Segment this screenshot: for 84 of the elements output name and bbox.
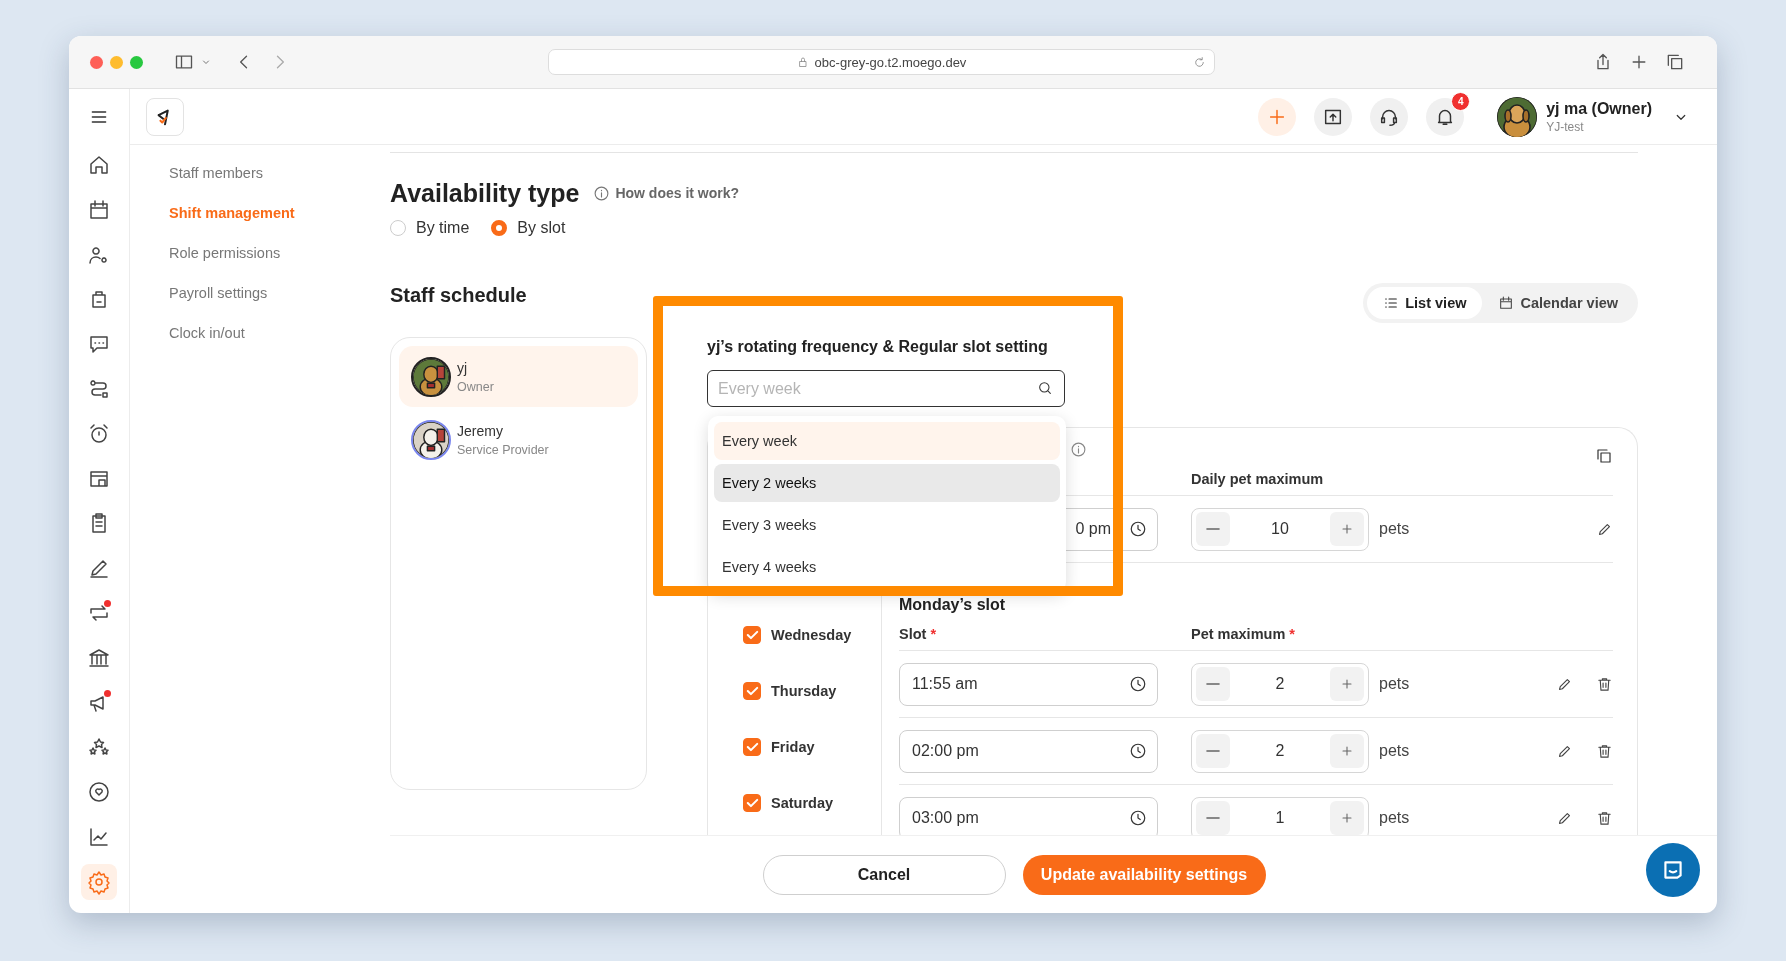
help-link[interactable]: How does it work? <box>615 185 740 201</box>
stepper[interactable]: 1 <box>1191 796 1369 835</box>
check-icon <box>746 799 758 807</box>
minus-icon <box>1207 683 1219 685</box>
lock-icon <box>796 56 809 68</box>
stepper-value: 2 <box>1274 742 1286 760</box>
decrement-button[interactable] <box>1196 801 1230 835</box>
info-icon <box>593 184 611 202</box>
unit-label: pets <box>1379 675 1410 693</box>
unit-label: pets <box>1379 520 1410 538</box>
dropdown-option[interactable]: Every 2 weeks <box>714 464 1060 502</box>
stepper[interactable]: 2 <box>1191 729 1369 773</box>
search-icon <box>1037 380 1053 396</box>
checkbox[interactable] <box>743 682 761 700</box>
stepper[interactable]: 2 <box>1191 662 1369 706</box>
check-icon <box>746 631 758 639</box>
section-title: Staff schedule <box>390 283 527 307</box>
day-label: Wednesday <box>771 627 852 643</box>
app-logo[interactable] <box>146 97 184 136</box>
checkbox[interactable] <box>743 738 761 756</box>
staff-item[interactable]: yj Owner <box>399 346 638 407</box>
unit-label: pets <box>1379 742 1410 760</box>
nav-link[interactable]: Role permissions <box>169 233 281 273</box>
delete-icon[interactable] <box>1596 742 1613 760</box>
checkbox[interactable] <box>743 794 761 812</box>
column-header: Pet maximum * <box>1191 626 1295 642</box>
upload-button[interactable] <box>1314 97 1353 136</box>
notification-button[interactable] <box>1426 97 1465 136</box>
unit-label: pets <box>1379 809 1410 827</box>
stepper-value: 10 <box>1270 520 1290 538</box>
time-field[interactable]: 02:00 pm <box>899 729 1158 773</box>
column-header: Daily pet maximum <box>1191 471 1324 487</box>
clock-icon <box>1129 809 1147 827</box>
stepper-value: 1 <box>1274 809 1286 827</box>
dropdown-option[interactable]: Every week <box>714 422 1060 460</box>
check-icon <box>746 743 758 751</box>
reload-icon[interactable] <box>1193 55 1206 69</box>
decrement-button[interactable] <box>1196 667 1230 701</box>
dropdown-option[interactable]: Every 4 weeks <box>714 548 1060 586</box>
nav-link[interactable]: Payroll settings <box>169 273 268 313</box>
business-name: YJ-test <box>1546 119 1585 134</box>
clock-icon <box>1129 520 1147 538</box>
radio-button[interactable] <box>491 220 508 236</box>
frequency-field[interactable]: Every week <box>707 370 1065 407</box>
delete-icon[interactable] <box>1596 675 1613 693</box>
address-bar[interactable]: obc-grey-go.t2.moego.dev <box>548 49 1215 75</box>
delete-icon[interactable] <box>1596 809 1613 827</box>
settings-icon[interactable] <box>81 863 117 900</box>
minus-icon <box>1207 750 1219 752</box>
time-field[interactable]: 03:00 pm <box>899 796 1158 835</box>
checkbox[interactable] <box>743 626 761 644</box>
section-title: Monday’s slot <box>899 595 1007 615</box>
radio-option[interactable]: By slot <box>491 219 566 237</box>
time-field[interactable]: 11:55 am <box>899 662 1158 706</box>
notification-badge: 4 <box>1451 91 1471 111</box>
radio-option[interactable]: By time <box>390 219 470 237</box>
info-icon <box>1070 441 1087 458</box>
stepper[interactable]: 10 <box>1191 507 1369 551</box>
decrement-button[interactable] <box>1196 734 1230 768</box>
minus-icon <box>1207 817 1219 819</box>
section-title: Availability type <box>390 178 580 208</box>
tabs-icon[interactable] <box>1665 52 1685 72</box>
column-header: Slot * <box>899 626 938 642</box>
close-button[interactable] <box>90 55 103 69</box>
copy-icon[interactable] <box>1595 447 1613 465</box>
day-label: Friday <box>771 739 815 755</box>
clock-icon <box>1129 742 1147 760</box>
nav-link[interactable]: Staff members <box>169 153 264 193</box>
minus-icon <box>1207 528 1219 530</box>
field-label: yj’s rotating frequency & Regular slot setting <box>707 337 1049 357</box>
decrement-button[interactable] <box>1196 512 1230 546</box>
view-tab[interactable]: Calendar view <box>1482 287 1634 319</box>
stepper-value: 2 <box>1274 675 1286 693</box>
calendar-icon <box>1498 295 1515 311</box>
day-label: Thursday <box>771 683 837 699</box>
staff-item[interactable]: Jeremy Service Provider <box>399 409 638 470</box>
nav-link[interactable]: Clock in/out <box>169 313 245 353</box>
day-label: Saturday <box>771 795 834 811</box>
list-icon <box>1383 295 1400 311</box>
support-button[interactable] <box>1370 97 1409 136</box>
user-name: yj ma (Owner) <box>1546 99 1652 118</box>
check-icon <box>746 687 758 695</box>
view-tab[interactable]: List view <box>1367 287 1483 319</box>
clock-icon <box>1129 675 1147 693</box>
